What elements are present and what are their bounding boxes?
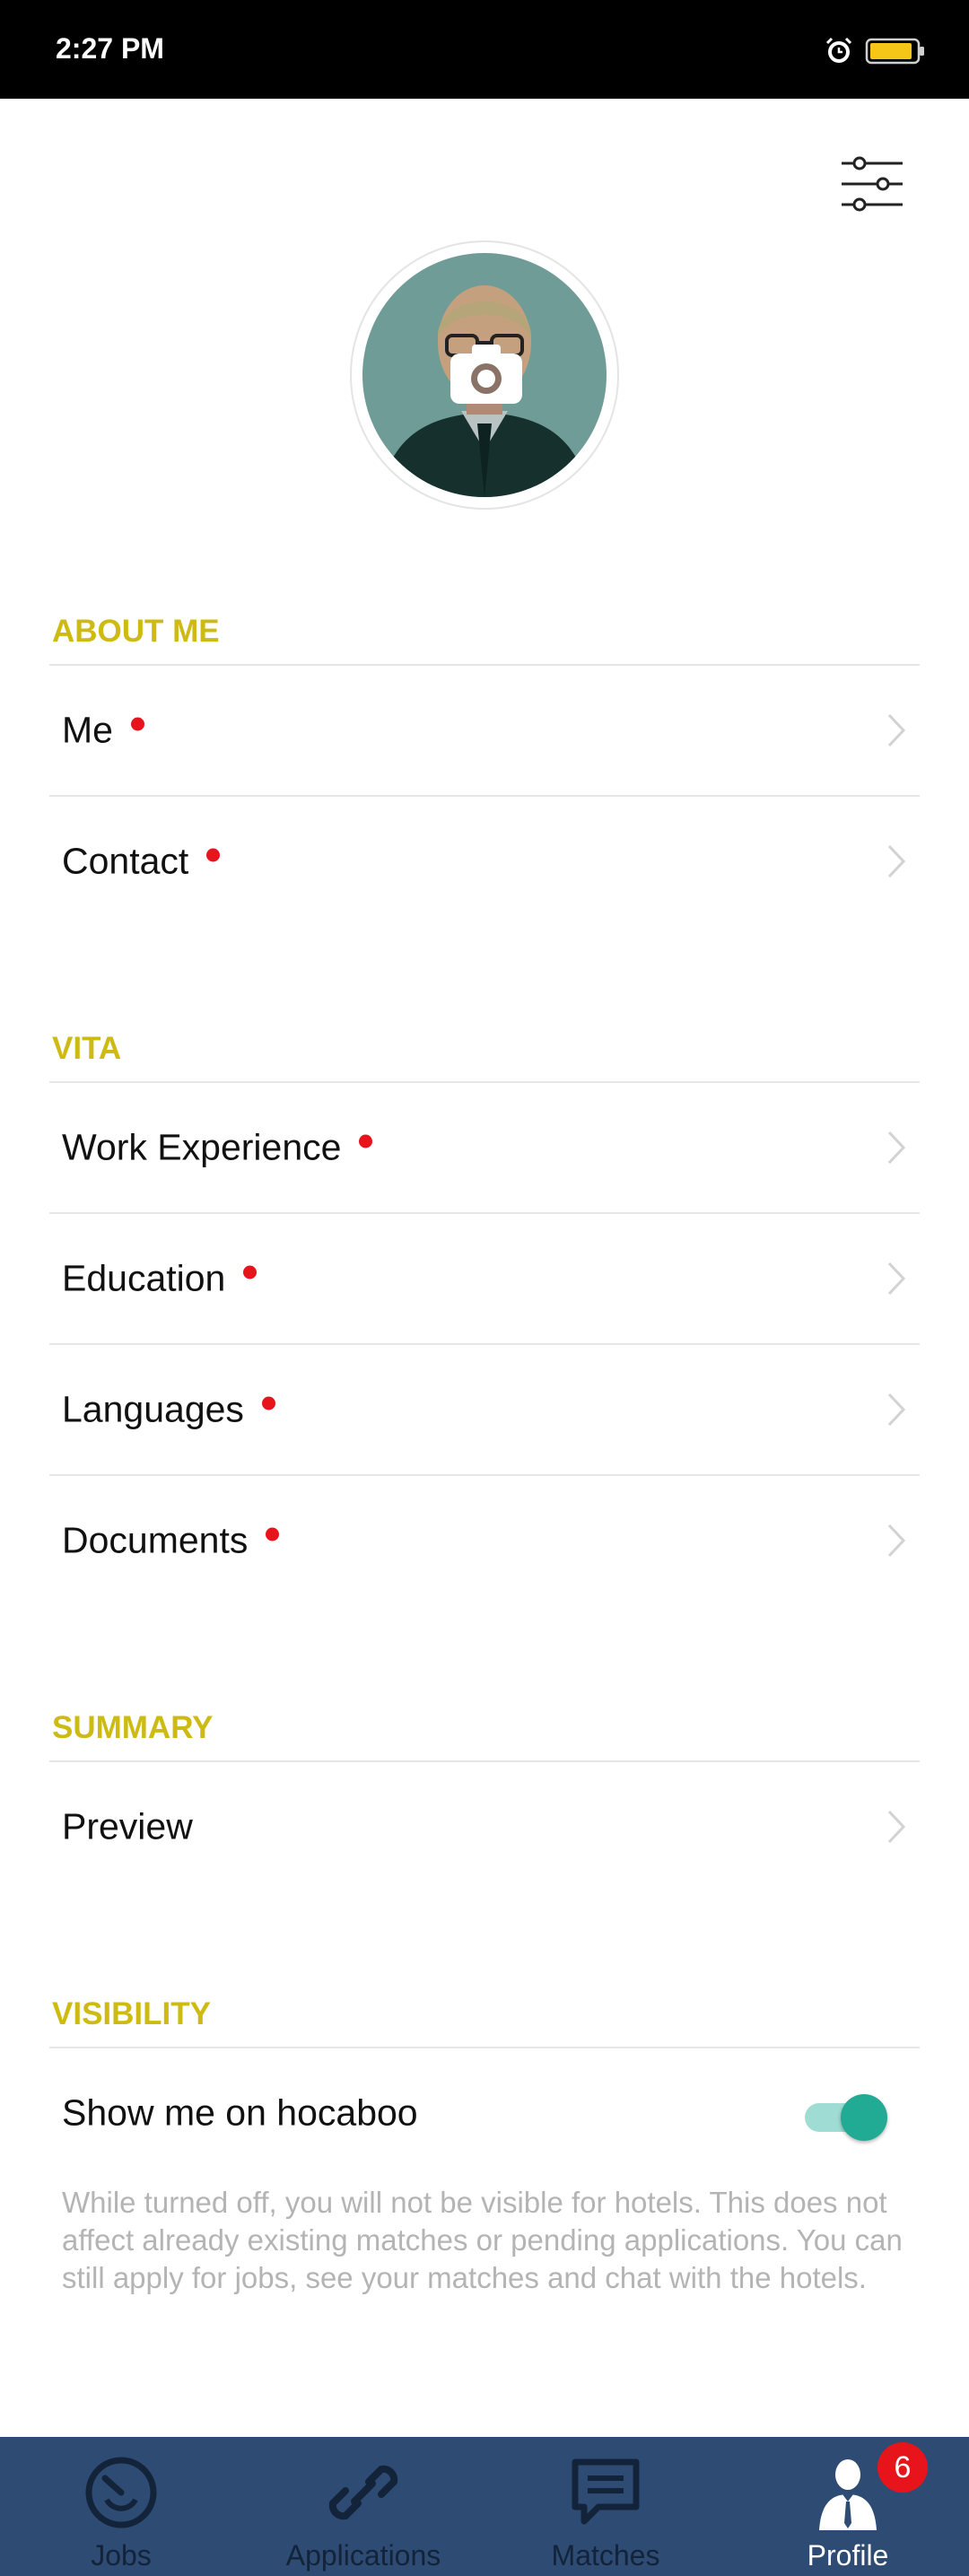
row-work-experience[interactable]: Work Experience <box>49 1083 920 1212</box>
chevron-right-icon <box>887 1393 906 1427</box>
row-label: Documents <box>62 1520 280 1562</box>
incomplete-dot <box>359 1134 373 1148</box>
incomplete-dot <box>261 1396 275 1410</box>
row-label: Preview <box>62 1805 193 1847</box>
chevron-right-icon <box>887 713 906 747</box>
tab-label: Matches <box>551 2539 660 2572</box>
tab-jobs[interactable]: Jobs <box>0 2437 242 2576</box>
visibility-toggle-label: Show me on hocaboo <box>62 2091 418 2134</box>
toggle-knob <box>841 2094 887 2141</box>
tab-matches[interactable]: Matches <box>484 2437 727 2576</box>
link-icon <box>328 2465 398 2520</box>
incomplete-dot <box>243 1265 258 1279</box>
visibility-toggle[interactable] <box>805 2091 887 2143</box>
chevron-right-icon <box>887 1524 906 1558</box>
row-languages[interactable]: Languages <box>49 1345 920 1474</box>
row-documents[interactable]: Documents <box>49 1476 920 1605</box>
jobs-icon <box>85 2457 157 2528</box>
row-contact[interactable]: Contact <box>49 797 920 926</box>
chevron-right-icon <box>887 844 906 878</box>
section-header-summary: SUMMARY <box>52 1710 214 1745</box>
chat-icon <box>572 2458 640 2525</box>
row-label: Work Experience <box>62 1127 373 1169</box>
profile-notification-badge: 6 <box>877 2442 928 2493</box>
section-header-vita: VITA <box>52 1031 122 1066</box>
alarm-icon <box>825 37 852 63</box>
status-bar: 2:27 PM <box>0 0 969 99</box>
row-preview[interactable]: Preview <box>49 1762 920 1891</box>
incomplete-dot <box>206 848 221 862</box>
tab-label: Jobs <box>91 2539 152 2572</box>
bottom-tab-bar: Jobs Applications Matches Profile <box>0 2437 969 2576</box>
tab-label: Profile <box>807 2539 889 2572</box>
tab-applications[interactable]: Applications <box>242 2437 484 2576</box>
profile-avatar[interactable] <box>350 240 619 510</box>
battery-icon <box>865 38 924 65</box>
incomplete-dot <box>130 717 144 731</box>
row-label: Education <box>62 1258 258 1300</box>
sliders-icon[interactable] <box>840 156 904 212</box>
row-education[interactable]: Education <box>49 1214 920 1343</box>
row-visibility: Show me on hocaboo <box>49 2048 920 2178</box>
chevron-right-icon <box>887 1810 906 1844</box>
incomplete-dot <box>266 1527 280 1541</box>
status-time: 2:27 PM <box>56 32 164 65</box>
camera-icon[interactable] <box>449 341 524 406</box>
row-label: Contact <box>62 841 221 883</box>
chevron-right-icon <box>887 1131 906 1165</box>
row-label: Languages <box>62 1389 275 1431</box>
profile-icon <box>819 2459 877 2530</box>
visibility-note: While turned off, you will not be visibl… <box>62 2186 903 2294</box>
section-header-about-me: ABOUT ME <box>52 614 220 649</box>
row-label: Me <box>62 710 144 752</box>
row-me[interactable]: Me <box>49 666 920 795</box>
tab-label: Applications <box>285 2539 441 2572</box>
chevron-right-icon <box>887 1262 906 1296</box>
tab-profile[interactable]: Profile <box>727 2437 969 2576</box>
section-header-visibility: VISIBILITY <box>52 1996 211 2031</box>
